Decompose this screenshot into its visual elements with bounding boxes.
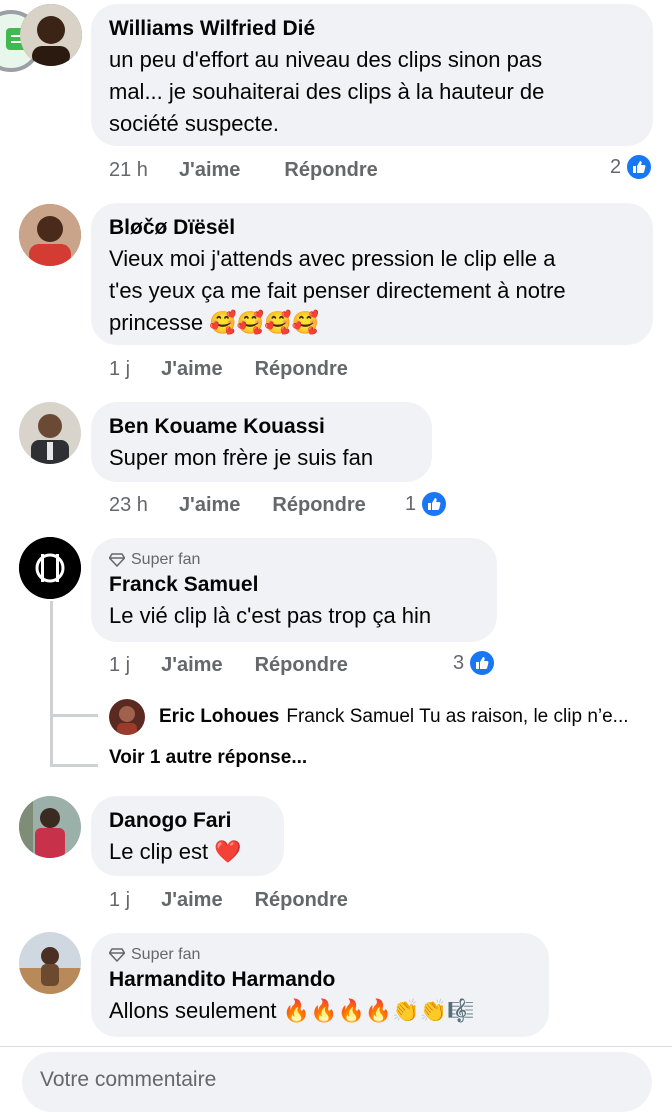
comment-time[interactable]: 1 j [109,358,130,381]
comment-bubble: Ben Kouame Kouassi Super mon frère je su… [91,402,432,482]
avatar[interactable] [19,796,81,858]
like-button[interactable]: J'aime [179,159,240,182]
comment-text: Le clip est [109,839,209,864]
badge-label: Super fan [131,551,201,568]
comment-bubble: Bløčø Dïësël Vieux moi j'attends avec pr… [91,203,653,345]
like-button[interactable]: J'aime [161,654,222,677]
comment-author[interactable]: Harmandito Harmando [109,965,531,995]
avatar[interactable] [19,402,81,464]
super-fan-badge: Super fan [109,945,531,965]
reply-author[interactable]: Eric Lohoues [159,706,279,728]
comment-bubble: Super fan Harmandito Harmando Allons seu… [91,933,549,1037]
comment-time[interactable]: 21 h [109,159,148,182]
thread-branch [50,764,98,767]
comment-actions: 21 h J'aime Répondre [109,155,378,185]
comment-actions: 1 j J'aime Répondre [109,885,348,915]
thumbs-up-icon [420,490,449,518]
comment-text: Allons seulement [109,998,277,1023]
reply-preview[interactable]: Eric Lohoues Franck Samuel Tu as raison,… [109,699,659,735]
comment-author[interactable]: Franck Samuel [109,570,479,600]
comment-bubble: Super fan Franck Samuel Le vié clip là c… [91,538,497,642]
comment-text-line: société suspecte. [109,111,279,136]
avatar[interactable] [19,537,81,599]
avatar[interactable] [19,932,81,994]
reply-button[interactable]: Répondre [255,654,348,677]
diamond-icon [109,553,125,567]
comment-author[interactable]: Danogo Fari [109,806,266,836]
emoji-fire-clap-music: 🔥🔥🔥🔥👏👏🎼 [282,998,475,1023]
reply-button[interactable]: Répondre [255,889,348,912]
comment-actions: 1 j J'aime Répondre [109,650,348,680]
comment-bubble: Danogo Fari Le clip est ❤️ [91,796,284,876]
avatar[interactable] [20,4,82,66]
thread-line [50,601,53,766]
thumbs-up-icon [468,649,497,677]
thumbs-up-icon [625,153,654,181]
like-button[interactable]: J'aime [161,358,222,381]
emoji-smiling-hearts: 🥰🥰🥰🥰 [209,310,319,335]
avatar[interactable] [109,699,145,735]
reaction-count[interactable]: 3 [453,649,497,677]
more-replies-link[interactable]: Voir 1 autre réponse... [109,747,307,769]
reaction-number: 2 [610,155,622,178]
diamond-icon [109,948,125,962]
like-button[interactable]: J'aime [161,889,222,912]
comment-text-line: Vieux moi j'attends avec pression le cli… [109,246,556,271]
reply-button[interactable]: Répondre [284,159,377,182]
comment-time[interactable]: 23 h [109,494,148,517]
comment-input[interactable]: Votre commentaire [22,1052,652,1112]
comment-actions: 23 h J'aime Répondre [109,490,366,520]
like-button[interactable]: J'aime [179,494,240,517]
composer-divider [0,1046,672,1047]
comment-text: Le vié clip là c'est pas trop ça hin [109,603,432,628]
comment-bubble: Williams Wilfried Dié un peu d'effort au… [91,4,653,146]
comment-author[interactable]: Williams Wilfried Dié [109,14,635,44]
reply-text: Franck Samuel Tu as raison, le clip n’e.… [286,706,629,727]
badge-label: Super fan [131,946,201,963]
comment-text: Super mon frère je suis fan [109,445,374,470]
comment-actions: 1 j J'aime Répondre [109,354,348,384]
comment-text-line: princesse 🥰🥰🥰🥰 [109,307,635,339]
reaction-number: 1 [405,492,417,515]
comment-time[interactable]: 1 j [109,889,130,912]
avatar[interactable] [19,204,81,266]
reaction-count[interactable]: 1 [405,490,449,518]
comment-time[interactable]: 1 j [109,654,130,677]
reaction-number: 3 [453,651,465,674]
comment-author[interactable]: Ben Kouame Kouassi [109,412,414,442]
reply-button[interactable]: Répondre [255,358,348,381]
comment-text-line: Le clip est ❤️ [109,836,266,868]
reaction-count[interactable]: 2 [610,153,654,181]
comment-author[interactable]: Bløčø Dïësël [109,213,635,243]
heart-emoji: ❤️ [214,839,242,864]
comment-text-line: mal... je souhaiterai des clips à la hau… [109,79,545,104]
reply-button[interactable]: Répondre [272,494,365,517]
super-fan-badge: Super fan [109,550,479,570]
comment-text-line: un peu d'effort au niveau des clips sino… [109,47,543,72]
comment-text-line: Allons seulement 🔥🔥🔥🔥👏👏🎼 [109,995,531,1027]
comment-text-part: princesse [109,310,204,335]
thread-branch [50,714,98,717]
comment-text-line: t'es yeux ça me fait penser directement … [109,278,566,303]
